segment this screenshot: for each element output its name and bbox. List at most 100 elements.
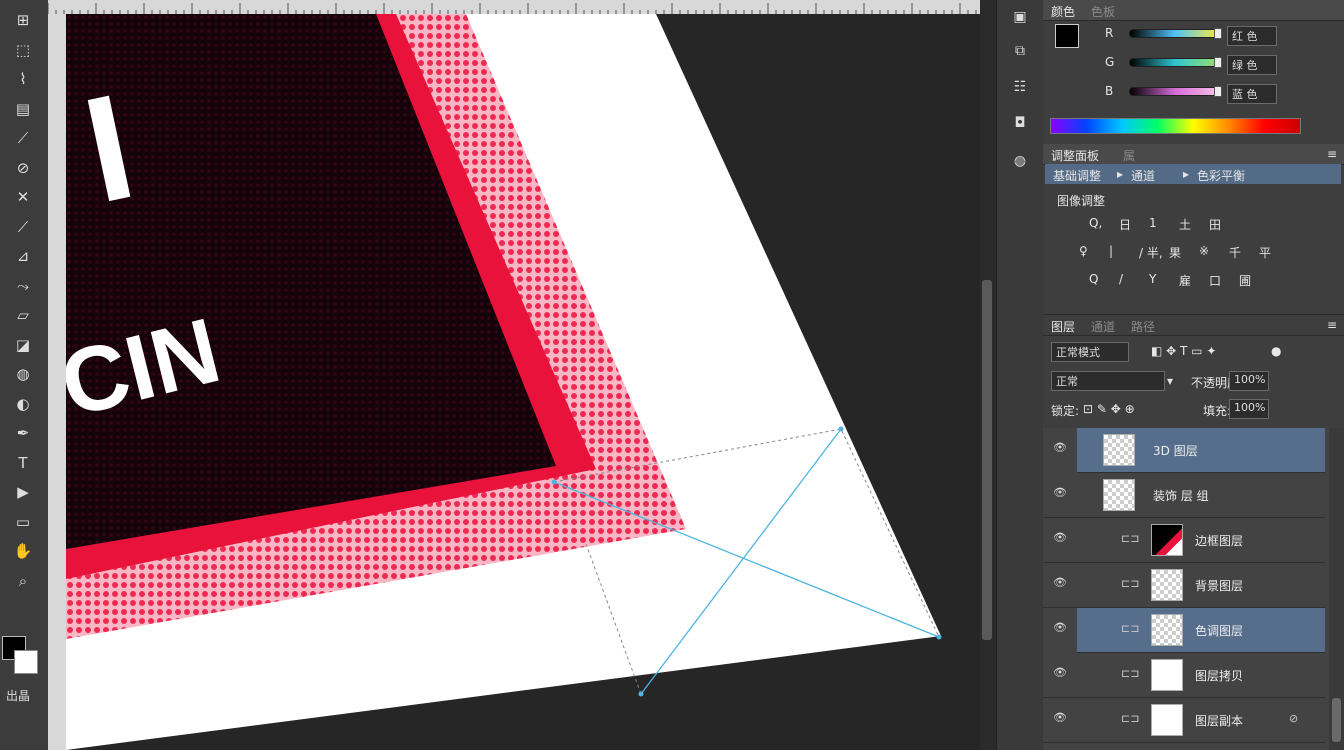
layer-row[interactable]: 👁 ⊏⊐ 图层副本 ⊘ — [1043, 698, 1325, 743]
visibility-eye-icon[interactable]: 👁 — [1053, 441, 1067, 454]
crop-tool[interactable]: ⟋ — [8, 126, 38, 150]
layer-name[interactable]: 背景图层 — [1195, 577, 1243, 594]
history-panel-icon[interactable]: ▣ — [1006, 4, 1034, 30]
adjustment-icon[interactable]: Q, — [1089, 216, 1102, 230]
quick-mask-label[interactable]: 出晶 — [6, 687, 30, 704]
layer-kind-filter[interactable]: 正常模式 — [1051, 342, 1129, 362]
transform-handle-bl[interactable] — [638, 691, 644, 697]
document-canvas[interactable]: I CIN — [66, 14, 980, 750]
horizontal-ruler[interactable] — [47, 0, 980, 15]
layer-row[interactable]: 👁 ⊏⊐ 色调图层 — [1053, 608, 1325, 653]
color-fg-swatch[interactable] — [1055, 24, 1079, 48]
shape-tool[interactable]: ▭ — [8, 510, 38, 534]
type-tool[interactable]: T — [8, 451, 38, 475]
clone-stamp-tool[interactable]: ⊿ — [8, 244, 38, 268]
adjustment-icon[interactable]: Q — [1089, 272, 1098, 286]
adjustment-icon[interactable]: / 半, — [1139, 244, 1163, 261]
visibility-eye-icon[interactable]: 👁 — [1053, 576, 1067, 589]
lock-icons[interactable]: ⊡ ✎ ✥ ⊕ — [1083, 402, 1135, 416]
panel-menu-icon[interactable]: ≡ — [1327, 147, 1337, 161]
marquee-tool[interactable]: ⬚ — [8, 38, 38, 62]
layer-row[interactable]: 👁 ⊏⊐ 背景图层 — [1043, 563, 1325, 608]
info-panel-icon[interactable]: ◘ — [1006, 110, 1034, 136]
adjustment-icon[interactable]: 口 — [1209, 272, 1221, 289]
eyedropper-tool[interactable]: ⊘ — [8, 156, 38, 180]
layer-thumbnail[interactable] — [1151, 614, 1183, 646]
color-field-r[interactable]: 红 色 — [1227, 26, 1277, 46]
zoom-tool[interactable]: ⌕ — [8, 569, 38, 593]
slider-knob[interactable] — [1214, 57, 1222, 68]
adjustment-icon[interactable]: 千 — [1229, 244, 1241, 261]
lasso-tool[interactable]: ⌇ — [8, 67, 38, 91]
layer-row[interactable]: 👁 3D 图层 — [1053, 428, 1325, 473]
filter-toggle[interactable]: ● — [1271, 344, 1281, 358]
layer-link-icon[interactable]: ⊏⊐ — [1121, 712, 1139, 725]
layer-link-icon[interactable]: ⊏⊐ — [1121, 667, 1139, 680]
panel-menu-icon[interactable]: ≡ — [1327, 318, 1337, 332]
layer-thumbnail[interactable] — [1151, 704, 1183, 736]
layer-row[interactable]: 👁 ⊏⊐ 边框图层 — [1043, 518, 1325, 563]
hand-tool[interactable]: ✋ — [8, 539, 38, 563]
color-field-g[interactable]: 绿 色 — [1227, 55, 1277, 75]
layer-name[interactable]: 图层拷贝 — [1195, 667, 1243, 684]
filter-icons[interactable]: ◧ ✥ T ▭ ✦ — [1151, 344, 1216, 358]
tab-properties[interactable]: 属 — [1123, 147, 1135, 164]
eraser-tool[interactable]: ▱ — [8, 303, 38, 327]
blur-tool[interactable]: ◍ — [8, 362, 38, 386]
layer-list[interactable]: 👁 3D 图层 👁 装饰 层 组 👁 ⊏⊐ 边框图层 👁 ⊏⊐ 背景图层 👁 ⊏⊐ 色调图层 👁 ⊏⊐ 图层拷… — [1043, 428, 1329, 750]
transform-handle-tr[interactable] — [838, 426, 844, 432]
opacity-input[interactable]: 100% — [1229, 371, 1269, 391]
path-selection-tool[interactable]: ▶ — [8, 480, 38, 504]
layer-thumbnail[interactable] — [1151, 569, 1183, 601]
adjustment-icon[interactable]: Y — [1149, 272, 1156, 286]
tab-color[interactable]: 颜色 — [1051, 3, 1075, 20]
transform-handle-br[interactable] — [936, 634, 942, 640]
visibility-eye-icon[interactable]: 👁 — [1053, 621, 1067, 634]
tab-paths[interactable]: 路径 — [1131, 318, 1155, 335]
layer-thumbnail[interactable] — [1151, 659, 1183, 691]
actions-panel-icon[interactable]: ⧉ — [1006, 38, 1034, 64]
adjustment-icon[interactable]: ※ — [1199, 244, 1209, 258]
transform-handle-tl[interactable] — [551, 479, 557, 485]
visibility-eye-icon[interactable]: 👁 — [1053, 531, 1067, 544]
layer-thumbnail[interactable] — [1151, 524, 1183, 556]
layer-link-icon[interactable]: ⊏⊐ — [1121, 577, 1139, 590]
adjustment-icon[interactable]: | — [1109, 244, 1113, 258]
adjustment-icon[interactable]: / — [1119, 272, 1123, 286]
properties-panel-icon[interactable]: ☷ — [1006, 74, 1034, 100]
adjustment-icon[interactable]: 土 — [1179, 216, 1191, 233]
layer-row[interactable]: 👁 ⊏⊐ 图层拷贝 — [1043, 653, 1325, 698]
slider-knob[interactable] — [1214, 86, 1222, 97]
adjustment-icon[interactable]: 田 — [1209, 216, 1221, 233]
layers-scrollbar[interactable] — [1329, 428, 1344, 750]
color-slider-r[interactable] — [1129, 28, 1222, 39]
layer-link-icon[interactable]: ⊏⊐ — [1121, 622, 1139, 635]
color-slider-g[interactable] — [1129, 57, 1222, 68]
pen-tool[interactable]: ✒ — [8, 421, 38, 445]
adjustment-icon[interactable]: 日 — [1119, 216, 1131, 233]
tab-layers[interactable]: 图层 — [1051, 318, 1075, 335]
color-slider-b[interactable] — [1129, 86, 1222, 97]
visibility-eye-icon[interactable]: 👁 — [1053, 711, 1067, 724]
path-item-2[interactable]: 通道 — [1131, 167, 1155, 184]
layer-name[interactable]: 色调图层 — [1195, 622, 1243, 639]
visibility-eye-icon[interactable]: 👁 — [1053, 666, 1067, 679]
adjustment-icon[interactable]: 雇 — [1179, 272, 1191, 289]
path-item-3[interactable]: 色彩平衡 — [1197, 167, 1245, 184]
layer-thumbnail[interactable] — [1103, 434, 1135, 466]
character-panel-icon[interactable]: ◍ — [1006, 148, 1034, 174]
layer-name[interactable]: 3D 图层 — [1153, 442, 1198, 459]
color-spectrum-ramp[interactable] — [1050, 118, 1301, 134]
path-item-1[interactable]: 基础调整 — [1053, 167, 1101, 184]
layer-effects-icon[interactable]: ⊘ — [1289, 712, 1298, 725]
tab-channels[interactable]: 通道 — [1091, 318, 1115, 335]
vertical-ruler[interactable] — [48, 14, 67, 750]
dodge-tool[interactable]: ◐ — [8, 392, 38, 416]
layer-row[interactable]: 👁 装饰 层 组 — [1043, 473, 1325, 518]
layers-scrollbar-thumb[interactable] — [1332, 698, 1341, 742]
background-color-swatch[interactable] — [14, 650, 38, 674]
layer-thumbnail[interactable] — [1103, 479, 1135, 511]
slider-knob[interactable] — [1214, 28, 1222, 39]
tab-adjustments[interactable]: 调整面板 — [1051, 147, 1099, 164]
adjustment-icon[interactable]: 1 — [1149, 216, 1157, 230]
